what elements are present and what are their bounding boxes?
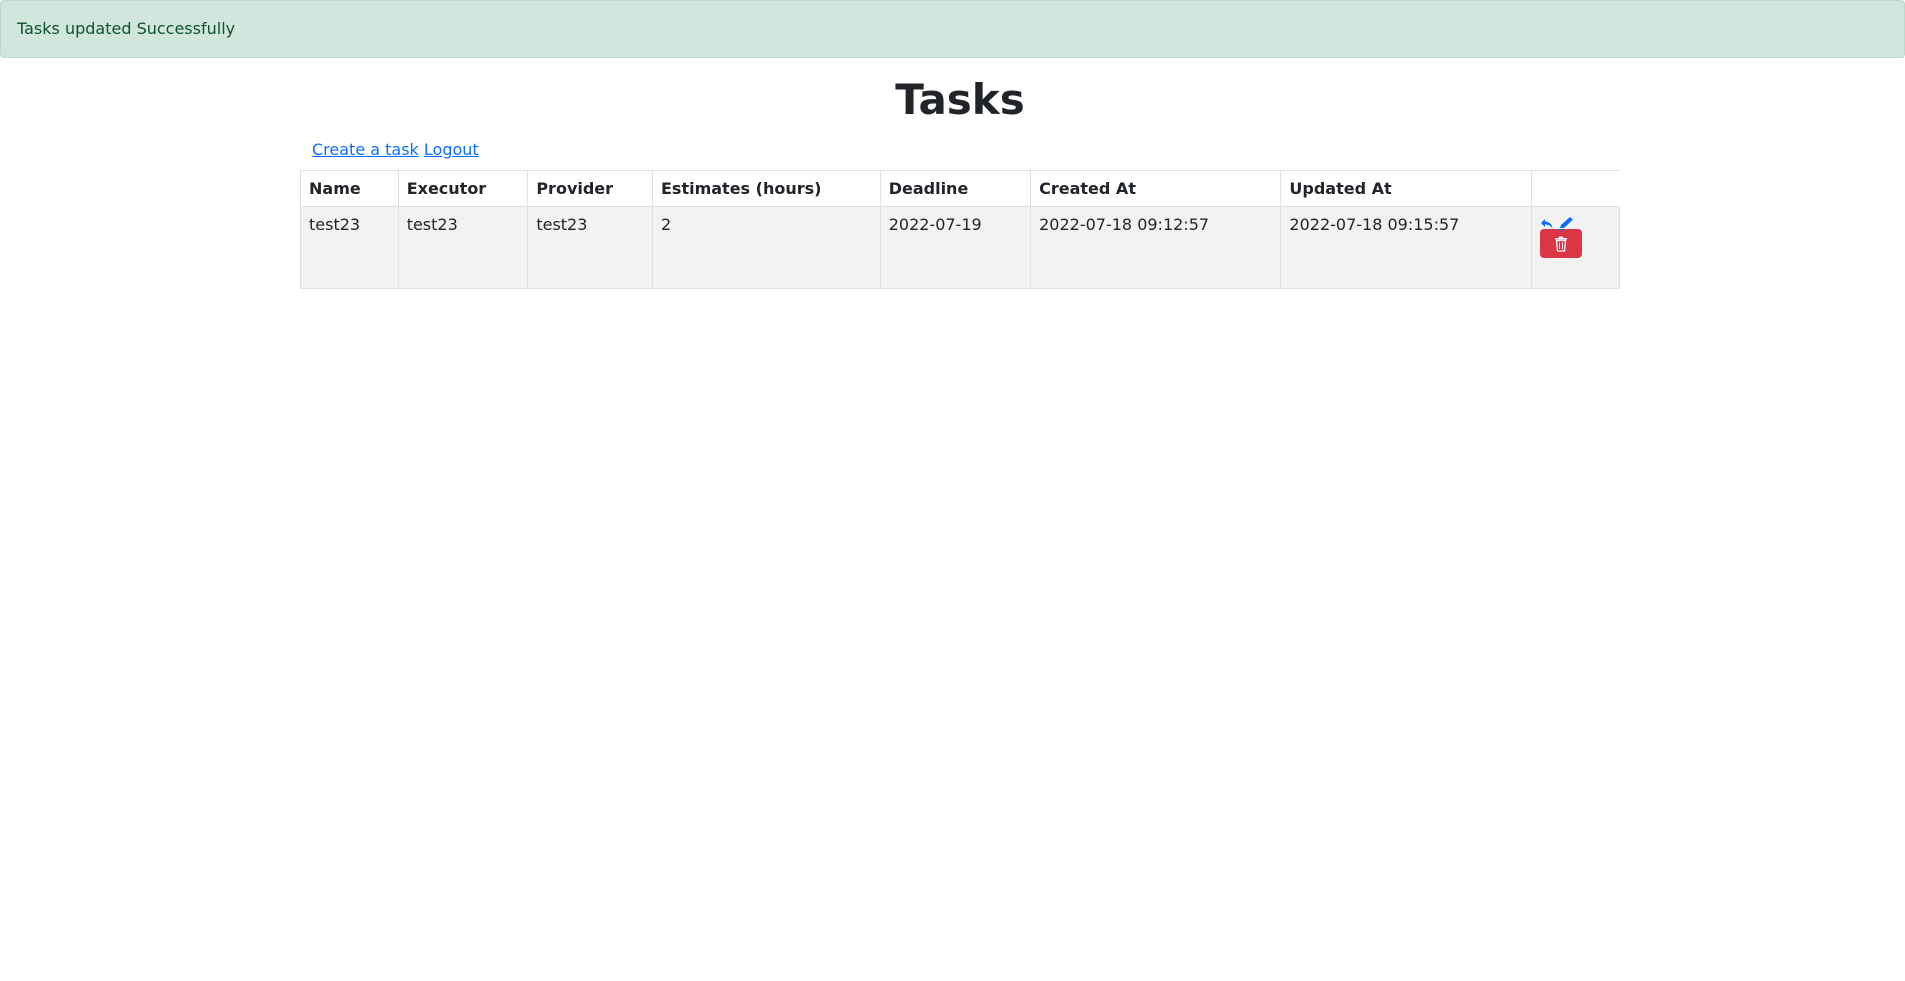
delete-button[interactable] (1539, 229, 1582, 258)
undo-icon[interactable] (1540, 215, 1558, 229)
success-alert: Tasks updated Successfully (0, 0, 1905, 58)
header-actions (1530, 170, 1620, 207)
action-icons (1540, 215, 1611, 230)
header-provider: Provider (527, 170, 653, 207)
cell-executor: test23 (397, 206, 529, 289)
cell-name: test23 (300, 206, 399, 289)
header-deadline: Deadline (879, 170, 1032, 207)
edit-icon[interactable] (1557, 215, 1576, 230)
create-task-link[interactable]: Create a task (312, 140, 419, 159)
header-name: Name (300, 170, 399, 207)
top-links: Create a task Logout (312, 140, 479, 160)
page-title: Tasks (895, 75, 1025, 124)
cell-actions (1530, 206, 1621, 289)
cell-deadline: 2022-07-19 (879, 206, 1032, 289)
header-executor: Executor (397, 170, 529, 207)
table-header-row: Name Executor Provider Estimates (hours)… (300, 170, 1620, 207)
cell-estimates: 2 (652, 206, 881, 289)
cell-provider: test23 (527, 206, 653, 289)
cell-updated-at: 2022-07-18 09:15:57 (1280, 206, 1532, 289)
trash-icon (1540, 236, 1582, 252)
header-updated-at: Updated At (1280, 170, 1532, 207)
cell-created-at: 2022-07-18 09:12:57 (1030, 206, 1282, 289)
header-estimates: Estimates (hours) (652, 170, 881, 207)
logout-link[interactable]: Logout (424, 140, 479, 159)
tasks-table: Name Executor Provider Estimates (hours)… (300, 170, 1621, 289)
table-row: test23 test23 test23 2 2022-07-19 2022-0… (300, 206, 1621, 289)
header-created-at: Created At (1030, 170, 1282, 207)
alert-message: Tasks updated Successfully (17, 19, 236, 38)
